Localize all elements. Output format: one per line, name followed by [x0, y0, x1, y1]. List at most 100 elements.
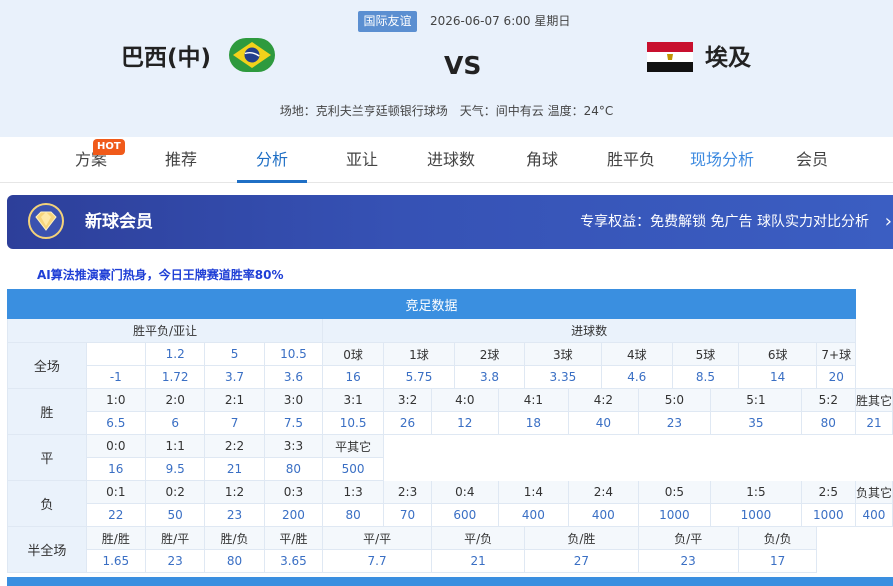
score-odds-cell[interactable]: 80	[800, 411, 856, 435]
score-odds-cell[interactable]: 1000	[637, 503, 712, 527]
row-label-draw: 平	[7, 434, 87, 481]
match-header: 国际友谊 2026-06-07 6:00 星期日 巴西(中) VS 埃及 场地：…	[0, 0, 893, 137]
score-odds-cell[interactable]: 22	[85, 503, 147, 527]
score-key: 3:0	[263, 388, 324, 412]
halffull-odds-cell[interactable]: 27	[524, 549, 639, 573]
score-key: 3:1	[322, 388, 385, 412]
score-odds-cell[interactable]: 7	[204, 411, 265, 435]
score-key: 胜其它	[854, 388, 893, 412]
tab-1x2-label: 胜平负	[606, 150, 655, 169]
tab-analysis[interactable]: 分析	[237, 137, 307, 183]
halffull-key: 胜/胜	[85, 526, 147, 550]
score-odds-cell[interactable]: 21	[204, 457, 265, 481]
halffull-odds-cell[interactable]: 17	[737, 549, 818, 573]
tab-analysis-label: 分析	[255, 150, 288, 169]
tab-member-label: 会员	[795, 150, 828, 169]
halffull-odds-cell[interactable]: 7.7	[322, 549, 433, 573]
score-odds-cell[interactable]: 200	[263, 503, 324, 527]
score-odds-cell[interactable]: 16	[85, 457, 147, 481]
halffull-odds-cell[interactable]: 23	[637, 549, 739, 573]
tab-recommend-label: 推荐	[164, 150, 197, 169]
goal-key: 4球	[600, 342, 674, 366]
goal-odds-cell[interactable]: 20	[816, 365, 856, 389]
score-key: 2:0	[144, 388, 206, 412]
goal-key: 5球	[672, 342, 739, 366]
score-odds-cell[interactable]: 26	[383, 411, 433, 435]
score-odds-cell[interactable]: 400	[854, 503, 893, 527]
league-badge[interactable]: 国际友谊	[358, 11, 417, 32]
goal-odds-cell[interactable]: 16	[322, 365, 385, 389]
score-odds-cell[interactable]: 10.5	[322, 411, 385, 435]
goal-odds-cell[interactable]: 5.75	[383, 365, 455, 389]
score-odds-cell[interactable]: 1000	[710, 503, 802, 527]
goal-odds-cell[interactable]: 4.6	[600, 365, 674, 389]
tab-member[interactable]: 会员	[784, 137, 840, 183]
tab-live-analysis[interactable]: 现场分析	[684, 137, 760, 183]
odds-cell[interactable]: 1.72	[144, 365, 206, 389]
score-odds-cell[interactable]: 7.5	[263, 411, 324, 435]
match-datetime: 2026-06-07 6:00 星期日	[430, 14, 571, 28]
score-key: 5:2	[800, 388, 856, 412]
goal-key: 0球	[322, 342, 385, 366]
score-odds-cell[interactable]: 23	[637, 411, 712, 435]
odds-cell[interactable]: 3.7	[204, 365, 265, 389]
score-odds-cell[interactable]: 600	[431, 503, 499, 527]
score-odds-cell[interactable]: 12	[431, 411, 499, 435]
odds-cell[interactable]: -1	[85, 365, 147, 389]
halffull-key: 负/平	[637, 526, 739, 550]
halffull-odds-cell[interactable]: 1.65	[85, 549, 147, 573]
score-odds-cell[interactable]: 35	[710, 411, 802, 435]
next-section-header	[7, 577, 893, 586]
tab-1x2[interactable]: 胜平负	[598, 137, 664, 183]
score-odds-cell[interactable]: 40	[568, 411, 639, 435]
goal-odds-cell[interactable]: 8.5	[672, 365, 739, 389]
goal-odds-cell[interactable]: 14	[737, 365, 818, 389]
score-key: 1:1	[144, 434, 206, 458]
goal-odds-cell[interactable]: 3.35	[524, 365, 602, 389]
goal-odds-cell[interactable]: 3.8	[453, 365, 526, 389]
goal-key: 6球	[737, 342, 818, 366]
tab-goals[interactable]: 进球数	[418, 137, 484, 183]
tab-corners[interactable]: 角球	[514, 137, 570, 183]
halffull-odds-cell[interactable]: 3.65	[263, 549, 324, 573]
halffull-odds-cell[interactable]: 23	[144, 549, 206, 573]
egypt-flag-icon	[647, 42, 693, 72]
score-odds-cell[interactable]: 400	[568, 503, 639, 527]
handicap-cell[interactable]: 5	[204, 342, 265, 366]
tab-handicap[interactable]: 亚让	[333, 137, 391, 183]
score-odds-cell[interactable]: 80	[322, 503, 385, 527]
score-odds-cell[interactable]: 500	[322, 457, 385, 481]
halffull-key: 胜/平	[144, 526, 206, 550]
score-odds-cell[interactable]: 80	[263, 457, 324, 481]
score-odds-cell[interactable]: 400	[497, 503, 570, 527]
tab-goals-label: 进球数	[426, 150, 475, 169]
score-odds-cell[interactable]: 6.5	[85, 411, 147, 435]
odds-cell[interactable]: 3.6	[263, 365, 324, 389]
halffull-odds-cell[interactable]: 80	[204, 549, 265, 573]
tab-recommend[interactable]: 推荐	[152, 137, 210, 183]
handicap-cell[interactable]: 10.5	[263, 342, 324, 366]
promo-text[interactable]: AI算法推演豪门热身，今日王牌赛道胜率80%	[37, 266, 283, 283]
halffull-odds-cell[interactable]: 21	[431, 549, 526, 573]
halffull-key: 平/胜	[263, 526, 324, 550]
member-banner[interactable]: 新球会员 专享权益：免费解锁 免广告 球队实力对比分析 ›	[7, 195, 893, 249]
hot-badge: HOT	[93, 139, 125, 155]
score-odds-cell[interactable]: 6	[144, 411, 206, 435]
empty-cell	[383, 434, 893, 481]
score-odds-cell[interactable]: 18	[497, 411, 570, 435]
halffull-key: 负/胜	[524, 526, 639, 550]
score-key: 4:2	[568, 388, 639, 412]
score-odds-cell[interactable]: 50	[144, 503, 206, 527]
odds-table: 竞足数据 胜平负/亚让 进球数 全场 1.2 5 10.5 0球 1球 2球 3…	[6, 289, 893, 573]
handicap-cell[interactable]: 1.2	[144, 342, 206, 366]
score-odds-cell[interactable]: 23	[204, 503, 265, 527]
score-odds-cell[interactable]: 21	[854, 411, 893, 435]
away-team-name[interactable]: 埃及	[705, 41, 751, 75]
score-odds-cell[interactable]: 1000	[800, 503, 856, 527]
score-odds-cell[interactable]: 9.5	[144, 457, 206, 481]
score-odds-cell[interactable]: 70	[383, 503, 433, 527]
home-team-name[interactable]: 巴西(中)	[121, 41, 211, 75]
score-key: 平其它	[322, 434, 385, 458]
score-key: 1:4	[497, 480, 570, 504]
score-key: 1:3	[322, 480, 385, 504]
